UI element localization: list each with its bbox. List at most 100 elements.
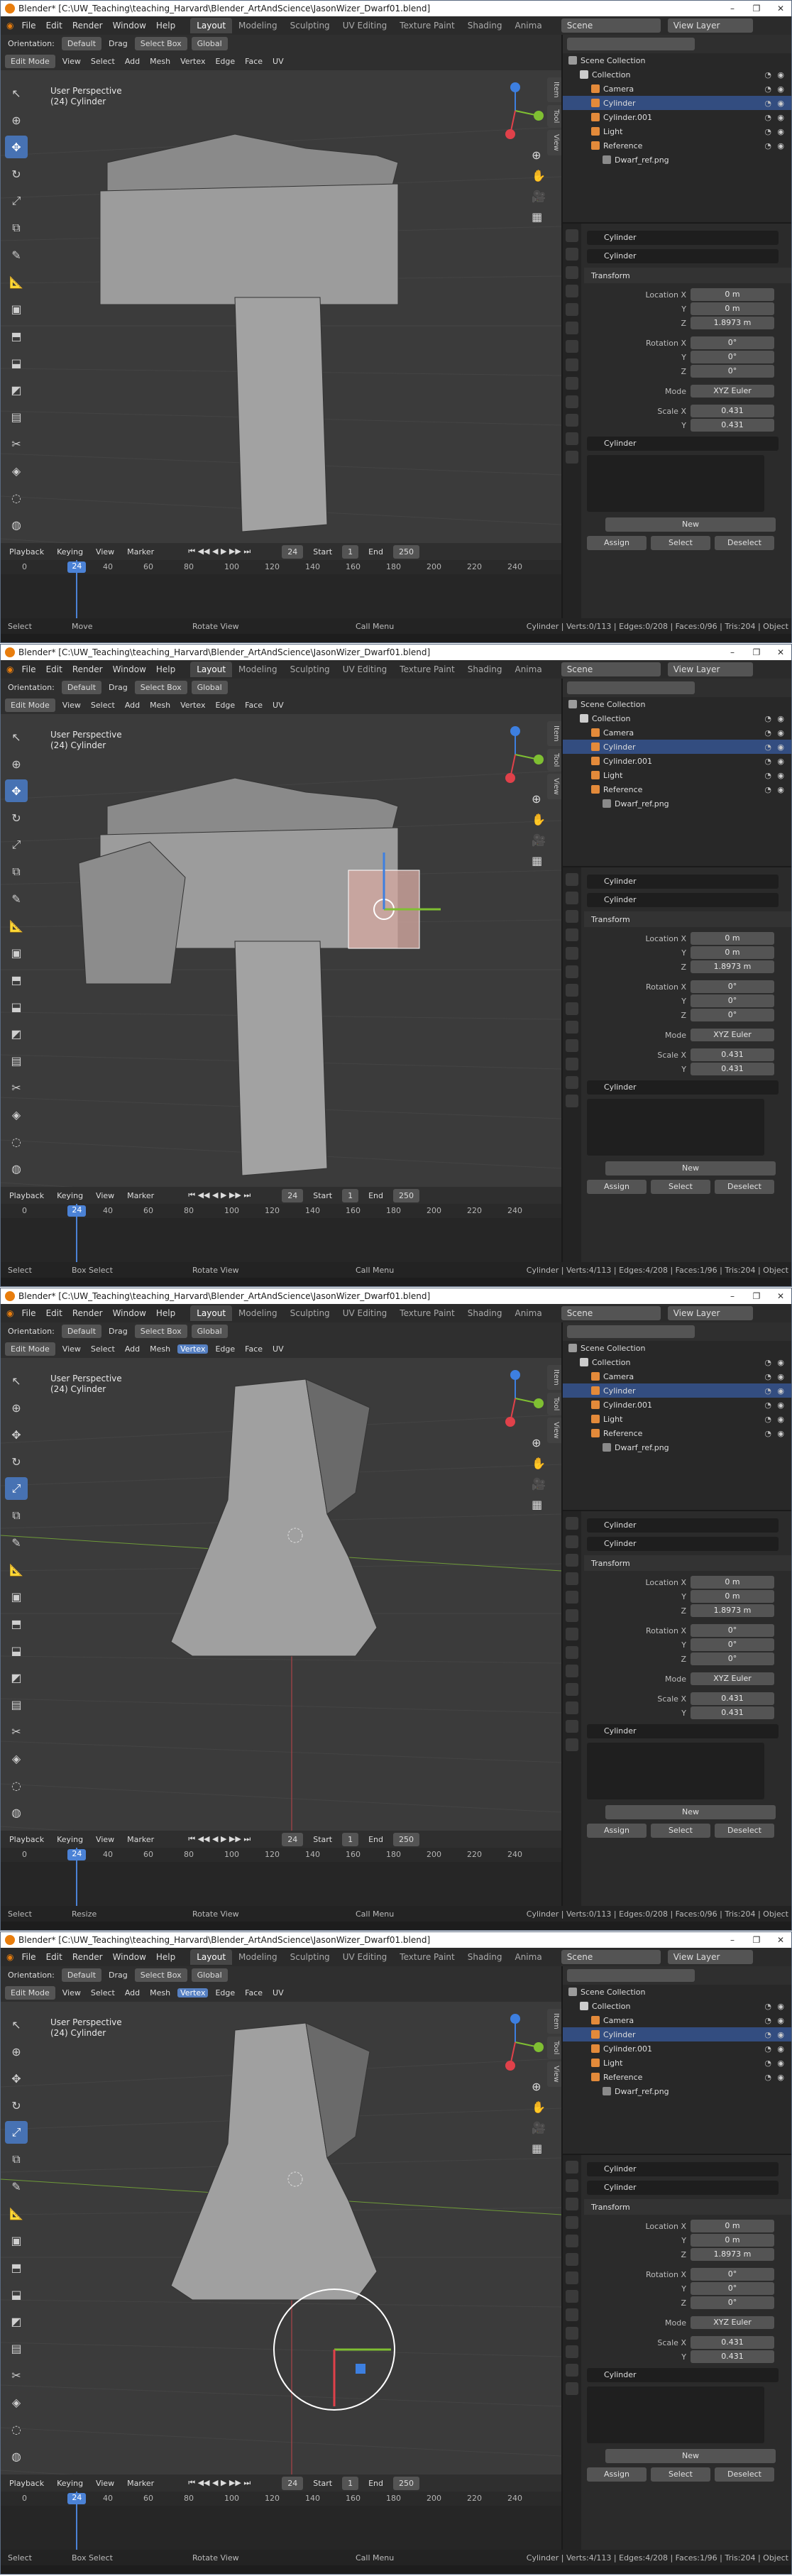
select-button[interactable]: Select: [651, 536, 710, 550]
maximize-button[interactable]: ❐: [744, 1, 769, 16]
viewport-menu-face[interactable]: Face: [242, 701, 265, 710]
zoom-icon[interactable]: ⊕: [532, 148, 546, 162]
transform-value-field[interactable]: 0.431: [691, 1692, 774, 1705]
pan-hand-icon[interactable]: ✋: [532, 813, 546, 826]
minimize-button[interactable]: –: [720, 1, 744, 16]
vertex-group-list[interactable]: [587, 2386, 764, 2443]
knife-icon[interactable]: ✂: [5, 1076, 28, 1099]
viewport-menu-mesh[interactable]: Mesh: [147, 701, 173, 710]
workspace-tab[interactable]: UV Editing: [336, 1949, 394, 1965]
timeline-editor[interactable]: Playback Keying View Marker ⏮ ◀◀ ◀ ▶ ▶▶ ⏭ 24 S…: [1, 543, 561, 618]
transform-section[interactable]: Transform: [584, 2199, 791, 2215]
menu-edit[interactable]: Edit: [41, 1952, 67, 1962]
data-name-field[interactable]: Cylinder: [587, 1724, 779, 1738]
menu-window[interactable]: Window: [108, 1308, 151, 1318]
outliner-row[interactable]: Collection ◔ ◉: [563, 1355, 791, 1369]
viewport-menu-uv[interactable]: UV: [270, 1344, 287, 1354]
outliner-row[interactable]: Collection ◔ ◉: [563, 1999, 791, 2013]
transform-value-field[interactable]: 0.431: [691, 2350, 774, 2363]
render-toggle-icon[interactable]: ◔: [764, 742, 771, 752]
transform-value-field[interactable]: 0 m: [691, 1590, 774, 1603]
transform-icon[interactable]: ⧉: [5, 860, 28, 883]
menu-window[interactable]: Window: [108, 1952, 151, 1962]
drag-dropdown[interactable]: Select Box: [134, 36, 187, 50]
viewport-menu-face[interactable]: Face: [242, 1988, 265, 1997]
sidebar-tab-tool[interactable]: Tool: [547, 104, 561, 128]
transform-value-field[interactable]: XYZ Euler: [691, 385, 774, 398]
workspace-tab[interactable]: Layout: [190, 662, 233, 677]
render-toggle-icon[interactable]: ◔: [764, 714, 771, 723]
current-frame-field[interactable]: 24: [282, 1832, 304, 1846]
scale-icon[interactable]: ⤢: [5, 1477, 28, 1500]
timeline-editor[interactable]: Playback Keying View Marker ⏮ ◀◀ ◀ ▶ ▶▶ ⏭ 24 S…: [1, 2474, 561, 2550]
deselect-button[interactable]: Deselect: [715, 2467, 774, 2482]
workspace-tab[interactable]: Anima: [508, 1305, 548, 1321]
select-button[interactable]: Select: [651, 2467, 710, 2482]
mode-dropdown[interactable]: Edit Mode: [5, 698, 55, 712]
render-toggle-icon[interactable]: ◔: [764, 113, 771, 122]
rotate-icon[interactable]: ↻: [5, 806, 28, 829]
workspace-tab[interactable]: Shading: [461, 18, 509, 33]
measure-icon[interactable]: 📐: [5, 270, 28, 293]
transform-value-field[interactable]: 0.431: [691, 1048, 774, 1061]
extrude-icon[interactable]: ⬒: [5, 324, 28, 347]
cursor-icon[interactable]: ⊕: [5, 752, 28, 775]
drag-dropdown[interactable]: Select Box: [134, 1324, 187, 1338]
modifier-tab-icon[interactable]: [566, 358, 578, 371]
render-toggle-icon[interactable]: ◔: [764, 1386, 771, 1396]
particles-tab-icon[interactable]: [566, 1665, 578, 1677]
constraints-tab-icon[interactable]: [566, 414, 578, 427]
start-frame-field[interactable]: 1: [342, 544, 359, 559]
ortho-toggle-icon[interactable]: ▦: [532, 854, 546, 867]
material-tab-icon[interactable]: [566, 1738, 578, 1751]
mesh-name-field[interactable]: Cylinder: [587, 893, 779, 907]
outliner-search[interactable]: [567, 1969, 695, 1982]
timeline-view-menu[interactable]: View: [93, 2479, 117, 2488]
transform-value-field[interactable]: 1.8973 m: [691, 2248, 774, 2261]
scene-selector[interactable]: Scene: [561, 18, 661, 33]
scale-icon[interactable]: ⤢: [5, 833, 28, 856]
outliner-panel[interactable]: Scene Collection Collection ◔ ◉ Camera ◔ ◉ Cyli…: [561, 1322, 791, 1510]
render-tab-icon[interactable]: [566, 1535, 578, 1548]
outliner-row[interactable]: Reference ◔ ◉: [563, 2070, 791, 2084]
physics-tab-icon[interactable]: [566, 2327, 578, 2340]
render-toggle-icon[interactable]: ◔: [764, 2016, 771, 2025]
scale-icon[interactable]: ⤢: [5, 190, 28, 212]
outliner-row[interactable]: Cylinder.001 ◔ ◉: [563, 110, 791, 124]
assign-button[interactable]: Assign: [587, 536, 647, 550]
workspace-tab[interactable]: Layout: [190, 1949, 233, 1965]
view-layer-selector[interactable]: View Layer: [667, 662, 753, 676]
outliner-row[interactable]: Reference ◔ ◉: [563, 1426, 791, 1440]
sidebar-tab-view[interactable]: View: [547, 774, 561, 799]
workspace-tab[interactable]: Layout: [190, 18, 233, 33]
visibility-eye-icon[interactable]: ◉: [777, 99, 784, 108]
timeline-editor[interactable]: Playback Keying View Marker ⏮ ◀◀ ◀ ▶ ▶▶ ⏭ 24 S…: [1, 1187, 561, 1262]
particles-tab-icon[interactable]: [566, 377, 578, 390]
rotate-icon[interactable]: ↻: [5, 2094, 28, 2117]
transform-value-field[interactable]: 1.8973 m: [691, 960, 774, 973]
visibility-eye-icon[interactable]: ◉: [777, 2073, 784, 2082]
visibility-eye-icon[interactable]: ◉: [777, 113, 784, 122]
outliner-row[interactable]: Camera ◔ ◉: [563, 82, 791, 96]
loopcut-icon[interactable]: ▤: [5, 405, 28, 428]
zoom-icon[interactable]: ⊕: [532, 1436, 546, 1449]
viewport-menu-vertex[interactable]: Vertex: [177, 701, 208, 710]
tool-tab-icon[interactable]: [566, 873, 578, 886]
move-icon[interactable]: ✥: [5, 136, 28, 158]
menu-file[interactable]: File: [16, 21, 40, 31]
outliner-row[interactable]: Camera ◔ ◉: [563, 725, 791, 740]
vertex-group-list[interactable]: [587, 1099, 764, 1156]
workspace-tab[interactable]: Modeling: [232, 18, 284, 33]
transform-value-field[interactable]: 0 m: [691, 2234, 774, 2247]
render-toggle-icon[interactable]: ◔: [764, 785, 771, 794]
workspace-tab[interactable]: Anima: [508, 18, 548, 33]
render-toggle-icon[interactable]: ◔: [764, 757, 771, 766]
annotate-icon[interactable]: ✎: [5, 1531, 28, 1554]
rotate-icon[interactable]: ↻: [5, 1450, 28, 1473]
close-button[interactable]: ✕: [769, 1, 791, 16]
viewport-menu-vertex[interactable]: Vertex: [177, 1988, 209, 1997]
transform-value-field[interactable]: 0.431: [691, 405, 774, 417]
tweak-icon[interactable]: ↖: [5, 82, 28, 104]
transform-value-field[interactable]: 0°: [691, 2282, 774, 2295]
spin-icon[interactable]: ◌: [5, 1130, 28, 1153]
